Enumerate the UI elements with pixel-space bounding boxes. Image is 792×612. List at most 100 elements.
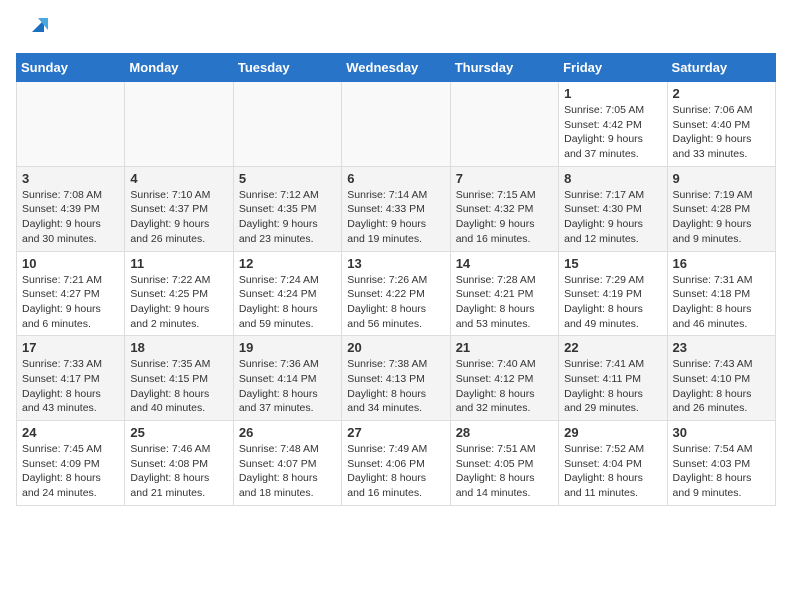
day-number: 20: [347, 340, 444, 355]
logo: [20, 16, 52, 45]
day-number: 19: [239, 340, 336, 355]
day-info: Sunrise: 7:33 AMSunset: 4:17 PMDaylight:…: [22, 357, 119, 416]
day-info: Sunrise: 7:36 AMSunset: 4:14 PMDaylight:…: [239, 357, 336, 416]
calendar-day-cell: 5 Sunrise: 7:12 AMSunset: 4:35 PMDaylight…: [233, 166, 341, 251]
day-number: 5: [239, 171, 336, 186]
day-number: 3: [22, 171, 119, 186]
day-number: 15: [564, 256, 661, 271]
day-info: Sunrise: 7:19 AMSunset: 4:28 PMDaylight:…: [673, 188, 770, 247]
calendar-table: SundayMondayTuesdayWednesdayThursdayFrid…: [16, 53, 776, 506]
day-number: 27: [347, 425, 444, 440]
calendar-day-cell: 15 Sunrise: 7:29 AMSunset: 4:19 PMDayligh…: [559, 251, 667, 336]
day-number: 2: [673, 86, 770, 101]
calendar-day-cell: 12 Sunrise: 7:24 AMSunset: 4:24 PMDayligh…: [233, 251, 341, 336]
calendar-day-header: Wednesday: [342, 54, 450, 82]
day-number: 6: [347, 171, 444, 186]
day-info: Sunrise: 7:48 AMSunset: 4:07 PMDaylight:…: [239, 442, 336, 501]
day-number: 29: [564, 425, 661, 440]
day-info: Sunrise: 7:14 AMSunset: 4:33 PMDaylight:…: [347, 188, 444, 247]
day-number: 14: [456, 256, 553, 271]
calendar-day-cell: 3 Sunrise: 7:08 AMSunset: 4:39 PMDaylight…: [17, 166, 125, 251]
calendar-day-cell: 21Sunrise: 7:40 AMSunset: 4:12 PMDayligh…: [450, 336, 558, 421]
calendar-day-cell: 22 Sunrise: 7:41 AMSunset: 4:11 PMDayligh…: [559, 336, 667, 421]
calendar-day-cell: 29Sunrise: 7:52 AMSunset: 4:04 PMDayligh…: [559, 421, 667, 506]
day-info: Sunrise: 7:24 AMSunset: 4:24 PMDaylight:…: [239, 273, 336, 332]
calendar-day-cell: 19 Sunrise: 7:36 AMSunset: 4:14 PMDayligh…: [233, 336, 341, 421]
day-info: Sunrise: 7:49 AMSunset: 4:06 PMDaylight:…: [347, 442, 444, 501]
day-number: 22: [564, 340, 661, 355]
calendar-day-cell: [125, 82, 233, 167]
day-info: Sunrise: 7:45 AMSunset: 4:09 PMDaylight:…: [22, 442, 119, 501]
day-number: 12: [239, 256, 336, 271]
day-info: Sunrise: 7:21 AMSunset: 4:27 PMDaylight:…: [22, 273, 119, 332]
day-number: 13: [347, 256, 444, 271]
day-number: 28: [456, 425, 553, 440]
calendar-day-cell: 28 Sunrise: 7:51 AMSunset: 4:05 PMDayligh…: [450, 421, 558, 506]
day-info: Sunrise: 7:08 AMSunset: 4:39 PMDaylight:…: [22, 188, 119, 247]
day-info: Sunrise: 7:06 AMSunset: 4:40 PMDaylight:…: [673, 103, 770, 162]
day-number: 7: [456, 171, 553, 186]
day-info: Sunrise: 7:29 AMSunset: 4:19 PMDaylight:…: [564, 273, 661, 332]
calendar-day-cell: [17, 82, 125, 167]
day-number: 1: [564, 86, 661, 101]
calendar-day-cell: [342, 82, 450, 167]
calendar-header-row: SundayMondayTuesdayWednesdayThursdayFrid…: [17, 54, 776, 82]
day-number: 26: [239, 425, 336, 440]
day-info: Sunrise: 7:17 AMSunset: 4:30 PMDaylight:…: [564, 188, 661, 247]
day-info: Sunrise: 7:05 AMSunset: 4:42 PMDaylight:…: [564, 103, 661, 162]
day-number: 30: [673, 425, 770, 440]
calendar-day-cell: 4 Sunrise: 7:10 AMSunset: 4:37 PMDaylight…: [125, 166, 233, 251]
day-number: 9: [673, 171, 770, 186]
calendar-day-header: Tuesday: [233, 54, 341, 82]
calendar-week-row: 3 Sunrise: 7:08 AMSunset: 4:39 PMDaylight…: [17, 166, 776, 251]
day-number: 17: [22, 340, 119, 355]
calendar-day-cell: 14Sunrise: 7:28 AMSunset: 4:21 PMDayligh…: [450, 251, 558, 336]
calendar-day-cell: 7 Sunrise: 7:15 AMSunset: 4:32 PMDaylight…: [450, 166, 558, 251]
day-number: 18: [130, 340, 227, 355]
calendar-day-header: Friday: [559, 54, 667, 82]
calendar-day-cell: 16 Sunrise: 7:31 AMSunset: 4:18 PMDayligh…: [667, 251, 775, 336]
day-info: Sunrise: 7:22 AMSunset: 4:25 PMDaylight:…: [130, 273, 227, 332]
day-number: 16: [673, 256, 770, 271]
day-info: Sunrise: 7:10 AMSunset: 4:37 PMDaylight:…: [130, 188, 227, 247]
calendar-day-header: Monday: [125, 54, 233, 82]
calendar-day-cell: 2 Sunrise: 7:06 AMSunset: 4:40 PMDaylight…: [667, 82, 775, 167]
day-number: 4: [130, 171, 227, 186]
calendar-day-cell: 23Sunrise: 7:43 AMSunset: 4:10 PMDayligh…: [667, 336, 775, 421]
day-number: 11: [130, 256, 227, 271]
day-info: Sunrise: 7:31 AMSunset: 4:18 PMDaylight:…: [673, 273, 770, 332]
day-info: Sunrise: 7:41 AMSunset: 4:11 PMDaylight:…: [564, 357, 661, 416]
day-info: Sunrise: 7:51 AMSunset: 4:05 PMDaylight:…: [456, 442, 553, 501]
day-number: 24: [22, 425, 119, 440]
calendar-day-cell: 24 Sunrise: 7:45 AMSunset: 4:09 PMDayligh…: [17, 421, 125, 506]
day-info: Sunrise: 7:46 AMSunset: 4:08 PMDaylight:…: [130, 442, 227, 501]
day-info: Sunrise: 7:38 AMSunset: 4:13 PMDaylight:…: [347, 357, 444, 416]
day-info: Sunrise: 7:35 AMSunset: 4:15 PMDaylight:…: [130, 357, 227, 416]
calendar-day-cell: 25 Sunrise: 7:46 AMSunset: 4:08 PMDayligh…: [125, 421, 233, 506]
calendar-day-cell: 8Sunrise: 7:17 AMSunset: 4:30 PMDaylight…: [559, 166, 667, 251]
day-info: Sunrise: 7:54 AMSunset: 4:03 PMDaylight:…: [673, 442, 770, 501]
calendar-day-cell: 13Sunrise: 7:26 AMSunset: 4:22 PMDayligh…: [342, 251, 450, 336]
calendar-day-cell: 1 Sunrise: 7:05 AMSunset: 4:42 PMDaylight…: [559, 82, 667, 167]
day-number: 10: [22, 256, 119, 271]
calendar-week-row: 17 Sunrise: 7:33 AMSunset: 4:17 PMDayligh…: [17, 336, 776, 421]
calendar-day-cell: 17 Sunrise: 7:33 AMSunset: 4:17 PMDayligh…: [17, 336, 125, 421]
calendar-day-cell: 6 Sunrise: 7:14 AMSunset: 4:33 PMDaylight…: [342, 166, 450, 251]
calendar-day-header: Thursday: [450, 54, 558, 82]
calendar-day-cell: 18 Sunrise: 7:35 AMSunset: 4:15 PMDayligh…: [125, 336, 233, 421]
calendar-day-cell: 27 Sunrise: 7:49 AMSunset: 4:06 PMDayligh…: [342, 421, 450, 506]
page-header: [0, 0, 792, 53]
day-number: 23: [673, 340, 770, 355]
day-info: Sunrise: 7:12 AMSunset: 4:35 PMDaylight:…: [239, 188, 336, 247]
calendar-day-header: Saturday: [667, 54, 775, 82]
calendar-wrapper: SundayMondayTuesdayWednesdayThursdayFrid…: [0, 53, 792, 514]
calendar-day-cell: [233, 82, 341, 167]
day-info: Sunrise: 7:15 AMSunset: 4:32 PMDaylight:…: [456, 188, 553, 247]
day-number: 25: [130, 425, 227, 440]
calendar-week-row: 1 Sunrise: 7:05 AMSunset: 4:42 PMDaylight…: [17, 82, 776, 167]
calendar-day-cell: 30 Sunrise: 7:54 AMSunset: 4:03 PMDayligh…: [667, 421, 775, 506]
day-info: Sunrise: 7:40 AMSunset: 4:12 PMDaylight:…: [456, 357, 553, 416]
calendar-day-cell: 9 Sunrise: 7:19 AMSunset: 4:28 PMDaylight…: [667, 166, 775, 251]
calendar-day-cell: [450, 82, 558, 167]
logo-icon: [24, 12, 52, 40]
